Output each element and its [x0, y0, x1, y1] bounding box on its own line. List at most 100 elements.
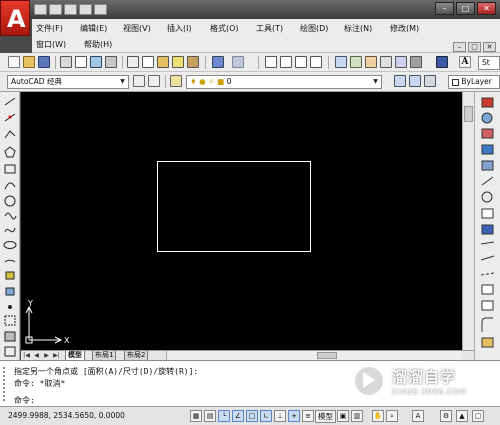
ellipse-icon	[3, 241, 17, 249]
save-icon[interactable]	[64, 4, 77, 15]
workspace-save-icon[interactable]	[148, 75, 160, 87]
menu-edit[interactable]: 编辑(E)	[80, 23, 107, 34]
modify-tool-icons	[480, 97, 495, 348]
horizontal-scroll-thumb[interactable]	[317, 352, 337, 359]
menu-view[interactable]: 视图(V)	[123, 23, 151, 34]
undo-icon[interactable]	[79, 4, 92, 15]
scrollbar-thumb[interactable]	[464, 106, 473, 122]
markup-icon[interactable]	[395, 56, 407, 68]
block-editor-icon[interactable]	[187, 56, 199, 68]
polyline-icon	[4, 130, 16, 139]
match-properties-icon[interactable]	[172, 56, 184, 68]
layer-previous-icon[interactable]	[409, 75, 421, 87]
rectangle-icon	[4, 164, 16, 174]
zoom-status-icon[interactable]: ⌕	[386, 410, 398, 422]
publish-icon[interactable]	[90, 56, 102, 68]
lineweight-icon[interactable]: ≡	[302, 410, 314, 422]
model-space-button[interactable]: 模型	[315, 410, 336, 423]
chevron-down-icon: ▼	[120, 78, 125, 85]
paste-icon[interactable]	[157, 56, 169, 68]
menu-insert[interactable]: 插入(I)	[167, 23, 192, 34]
extend-icon	[480, 255, 495, 261]
text-style-icon[interactable]: A	[459, 56, 471, 68]
qnew-icon[interactable]	[8, 56, 20, 68]
zoom-realtime-icon[interactable]	[280, 56, 292, 68]
close-button[interactable]: ✕	[477, 2, 496, 15]
drawn-rectangle[interactable]	[157, 161, 311, 252]
layer-properties-icon[interactable]	[170, 75, 182, 87]
mirror-icon	[481, 128, 494, 139]
properties-icon[interactable]	[335, 56, 347, 68]
ucs-icon: Y X	[25, 299, 70, 345]
layout-tab-bar: |◀ ◀ ▶ ▶| 模型 布局1 布局2	[21, 350, 474, 361]
erase-icon	[481, 97, 494, 108]
annotation-scale-icon[interactable]: A	[412, 410, 424, 422]
minimize-button[interactable]: –	[435, 2, 454, 15]
quick-view-drawings-icon[interactable]: ▥	[351, 410, 363, 422]
object-snap-icon[interactable]: □	[246, 410, 258, 422]
horizontal-scrollbar[interactable]	[166, 351, 462, 360]
make-layer-current-icon[interactable]	[394, 75, 406, 87]
zoom-previous-icon[interactable]	[310, 56, 322, 68]
undo-icon[interactable]	[212, 56, 224, 68]
redo-icon[interactable]	[232, 56, 244, 68]
plot-preview-icon[interactable]	[75, 56, 87, 68]
linetype-value: ByLayer	[461, 77, 492, 86]
redo-icon[interactable]	[94, 4, 107, 15]
drag-handle[interactable]	[3, 367, 9, 401]
grid-mode-icon[interactable]: ▤	[204, 410, 216, 422]
layers-toolbar: AutoCAD 经典 ▼ ♦ ● ☼ ■ 0 ▼ ByLayer	[0, 72, 500, 92]
menu-format[interactable]: 格式(O)	[210, 23, 239, 34]
dynamic-ucs-icon[interactable]: ⊥	[274, 410, 286, 422]
menu-help[interactable]: 帮助(H)	[84, 39, 112, 50]
sheet-set-icon[interactable]	[380, 56, 392, 68]
doc-close-button[interactable]: ✕	[483, 42, 496, 52]
explode-icon	[481, 337, 494, 348]
copy-icon[interactable]	[142, 56, 154, 68]
pan-icon[interactable]	[265, 56, 277, 68]
application-menu-button[interactable]: A	[0, 0, 30, 36]
vertical-scrollbar[interactable]	[462, 92, 474, 350]
object-snap-tracking-icon[interactable]: ∟	[260, 410, 272, 422]
drawing-canvas[interactable]: Y X	[21, 92, 462, 350]
doc-restore-button[interactable]: □	[468, 42, 481, 52]
linetype-select[interactable]: ByLayer	[448, 75, 500, 89]
menu-draw[interactable]: 绘图(D)	[300, 23, 328, 34]
cut-icon[interactable]	[127, 56, 139, 68]
quick-view-layouts-icon[interactable]: ▣	[337, 410, 349, 422]
open-icon[interactable]	[23, 56, 35, 68]
command-prompt[interactable]: 命令:	[14, 395, 35, 406]
pan-status-icon[interactable]: ✋	[372, 410, 384, 422]
menu-window[interactable]: 窗口(W)	[36, 39, 66, 50]
layer-state-icon[interactable]	[424, 75, 436, 87]
design-center-icon[interactable]	[350, 56, 362, 68]
text-style-combo[interactable]: St	[478, 56, 500, 70]
new-file-icon[interactable]	[34, 4, 47, 15]
workspace-settings-icon[interactable]	[133, 75, 145, 87]
calculator-icon[interactable]	[410, 56, 422, 68]
snap-mode-icon[interactable]: ▦	[190, 410, 202, 422]
clean-screen-icon[interactable]: ▢	[472, 410, 484, 422]
menu-dimension[interactable]: 标注(N)	[344, 23, 372, 34]
tool-palettes-icon[interactable]	[365, 56, 377, 68]
3d-dwf-icon[interactable]	[105, 56, 117, 68]
zoom-window-icon[interactable]	[295, 56, 307, 68]
dynamic-input-icon[interactable]: +	[288, 410, 300, 422]
workspace-select[interactable]: AutoCAD 经典 ▼	[7, 75, 129, 89]
polar-tracking-icon[interactable]: ∠	[232, 410, 244, 422]
help-icon[interactable]	[436, 56, 448, 68]
open-file-icon[interactable]	[49, 4, 62, 15]
menu-tools[interactable]: 工具(T)	[256, 23, 283, 34]
doc-minimize-button[interactable]: –	[453, 42, 466, 52]
save-icon[interactable]	[38, 56, 50, 68]
window-controls: – □ ✕	[435, 2, 496, 15]
plot-icon[interactable]	[60, 56, 72, 68]
layer-select[interactable]: ♦ ● ☼ ■ 0 ▼	[186, 75, 382, 89]
workspace-switch-icon[interactable]: ⚙	[440, 410, 452, 422]
lock-icon[interactable]: ▲	[456, 410, 468, 422]
maximize-button[interactable]: □	[456, 2, 475, 15]
gradient-icon	[4, 331, 16, 342]
menu-file[interactable]: 文件(F)	[36, 23, 63, 34]
menu-modify[interactable]: 修改(M)	[390, 23, 419, 34]
ortho-mode-icon[interactable]: └	[218, 410, 230, 422]
